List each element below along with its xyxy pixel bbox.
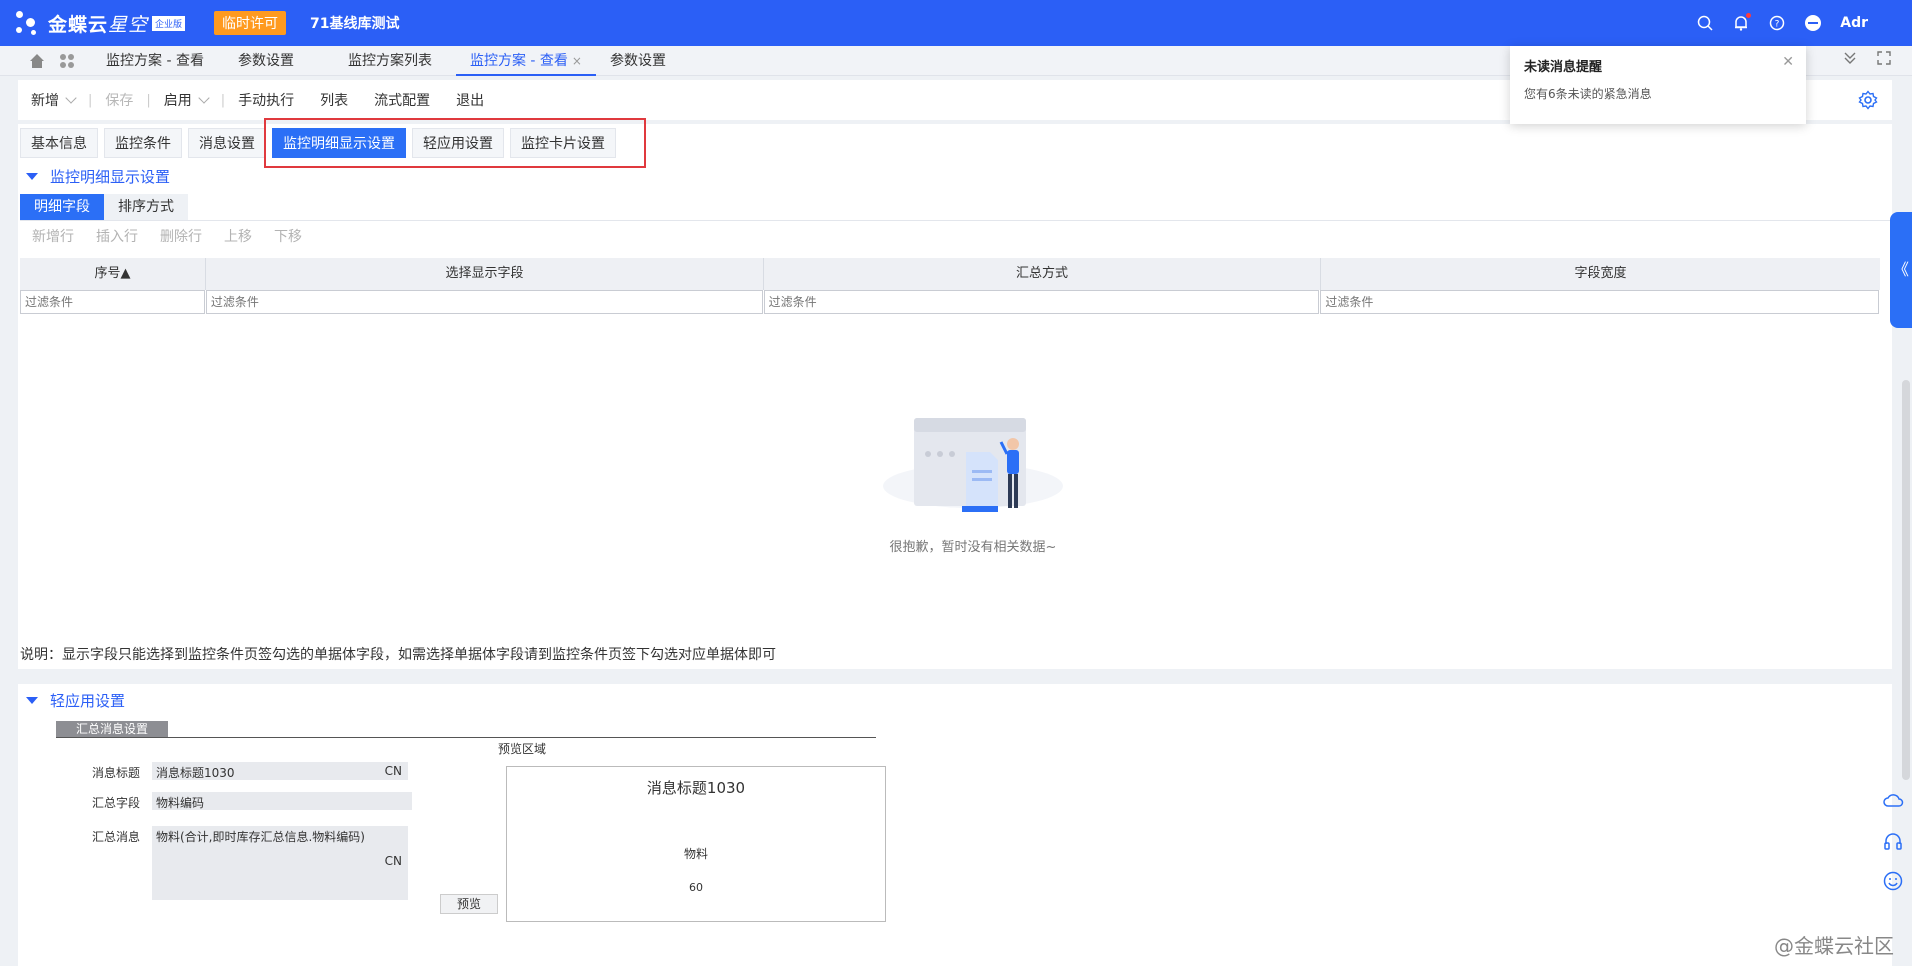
- preview-value: 60: [689, 881, 703, 894]
- move-down-button[interactable]: 下移: [274, 226, 302, 246]
- column-summary-method[interactable]: 汇总方式: [764, 258, 1321, 290]
- column-seq[interactable]: 序号▲: [20, 258, 206, 290]
- sum-field-input[interactable]: 物料编码: [152, 792, 412, 810]
- help-icon[interactable]: ?: [1768, 14, 1786, 32]
- delete-row-button[interactable]: 删除行: [160, 226, 202, 246]
- top-bar: 金蝶云星空 企业版 临时许可 71基线库测试 ? Adr: [0, 0, 1912, 46]
- smiley-icon[interactable]: [1882, 870, 1904, 892]
- empty-text: 很抱歉，暂时没有相关数据~: [889, 540, 1057, 555]
- gear-icon[interactable]: [1858, 90, 1878, 110]
- svg-text:?: ?: [1775, 20, 1780, 30]
- empty-state: 很抱歉，暂时没有相关数据~: [858, 414, 1088, 555]
- avatar-icon[interactable]: [1804, 14, 1822, 32]
- headset-icon[interactable]: [1882, 830, 1904, 852]
- tab-monitor-conditions[interactable]: 监控条件: [104, 128, 182, 158]
- side-tools: [1882, 790, 1904, 892]
- move-up-button[interactable]: 上移: [224, 226, 252, 246]
- new-button[interactable]: 新增: [18, 90, 88, 110]
- empty-illustration-icon: [883, 418, 1063, 512]
- filter-input-field-width[interactable]: [1320, 290, 1880, 314]
- filter-input-summary-method[interactable]: [763, 290, 1320, 314]
- close-icon[interactable]: ✕: [1782, 54, 1794, 70]
- side-panel-toggle[interactable]: 《: [1890, 212, 1912, 328]
- exit-button[interactable]: 退出: [443, 90, 497, 110]
- explanation-note: 说明：显示字段只能选择到监控条件页签勾选的单据体字段，如需选择单据体字段请到监控…: [20, 647, 776, 663]
- grid-tabs: 明细字段 排序方式: [20, 194, 1890, 221]
- light-app-panel: 轻应用设置 汇总消息设置 预览区域 消息标题 消息标题1030 CN 汇总字段 物…: [18, 684, 1892, 966]
- section-light-app-header[interactable]: 轻应用设置: [26, 690, 125, 711]
- page-tab-scheme-view[interactable]: 监控方案 - 查看: [92, 46, 218, 76]
- tab-message-settings[interactable]: 消息设置: [188, 128, 266, 158]
- notification-title: 未读消息提醒: [1524, 60, 1603, 75]
- preview-title: 消息标题1030: [646, 779, 746, 797]
- add-row-button[interactable]: 新增行: [32, 226, 74, 246]
- page-tab-scheme-list[interactable]: 监控方案列表: [334, 46, 446, 76]
- tab-detail-fields[interactable]: 明细字段: [20, 194, 104, 220]
- community-watermark: @金蝶云社区: [1774, 934, 1894, 958]
- tab-sort-order[interactable]: 排序方式: [104, 194, 188, 220]
- search-icon[interactable]: [1696, 14, 1714, 32]
- fullscreen-icon[interactable]: [1876, 50, 1892, 66]
- chevron-down-icon: [198, 92, 210, 104]
- logo[interactable]: 金蝶云星空 企业版: [14, 8, 194, 38]
- tab-summary-message[interactable]: 汇总消息设置: [56, 721, 168, 737]
- edition-badge: 企业版: [152, 15, 186, 31]
- flow-config-button[interactable]: 流式配置: [361, 90, 443, 110]
- save-button[interactable]: 保存: [92, 90, 146, 110]
- chevron-down-icon: [65, 92, 77, 104]
- lang-cn-label[interactable]: CN: [385, 764, 402, 778]
- page-tab-params[interactable]: 参数设置: [224, 46, 308, 76]
- apps-grid-icon[interactable]: [58, 52, 76, 70]
- collapse-triangle-icon: [26, 697, 38, 704]
- license-badge[interactable]: 临时许可: [214, 11, 286, 35]
- cloud-icon[interactable]: [1882, 790, 1904, 812]
- section-detail-header[interactable]: 监控明细显示设置: [26, 166, 170, 187]
- table-header: 序号▲ 选择显示字段 汇总方式 字段宽度: [20, 258, 1880, 290]
- highlight-box: [264, 118, 646, 168]
- logo-text: 金蝶云星空: [48, 13, 149, 36]
- preview-box: 消息标题1030 物料 60: [506, 766, 886, 922]
- msg-title-field[interactable]: 消息标题1030 CN: [152, 762, 408, 780]
- enable-button[interactable]: 启用: [151, 90, 221, 110]
- page-tab-params-2[interactable]: 参数设置: [596, 46, 680, 76]
- page-scrollbar[interactable]: [1902, 380, 1910, 780]
- bell-icon[interactable]: [1732, 13, 1752, 32]
- divider: [56, 737, 876, 738]
- msg-title-label: 消息标题: [91, 766, 140, 780]
- collapse-triangle-icon: [26, 173, 38, 180]
- grid-toolbar: 新增行 插入行 删除行 上移 下移: [32, 226, 302, 246]
- filter-row: [20, 290, 1880, 316]
- list-button[interactable]: 列表: [307, 90, 361, 110]
- sum-field-label: 汇总字段: [91, 796, 140, 810]
- database-name: 71基线库测试: [310, 16, 400, 32]
- lang-cn-label[interactable]: CN: [385, 854, 402, 868]
- page-tab-scheme-view-active[interactable]: 监控方案 - 查看 ×: [455, 46, 596, 76]
- column-field-width[interactable]: 字段宽度: [1321, 258, 1880, 290]
- main-panel: 基本信息 监控条件 消息设置 监控明细显示设置 轻应用设置 监控卡片设置 监控明…: [18, 118, 1892, 669]
- sum-msg-textarea[interactable]: 物料(合计,即时库存汇总信息.物料编码) CN: [152, 826, 408, 900]
- filter-input-display-field[interactable]: [205, 290, 763, 314]
- double-chevron-down-icon[interactable]: [1842, 50, 1858, 66]
- insert-row-button[interactable]: 插入行: [96, 226, 138, 246]
- home-icon[interactable]: [28, 52, 46, 70]
- preview-button[interactable]: 预览: [440, 894, 498, 914]
- column-display-field[interactable]: 选择显示字段: [206, 258, 764, 290]
- notification-popup: 未读消息提醒 您有6条未读的紧急消息 ✕: [1510, 46, 1806, 124]
- tab-basic-info[interactable]: 基本信息: [20, 128, 98, 158]
- logo-icon: [14, 8, 44, 38]
- close-icon[interactable]: ×: [572, 54, 582, 68]
- preview-area-label: 预览区域: [498, 742, 547, 756]
- notification-body[interactable]: 您有6条未读的紧急消息: [1524, 85, 1792, 102]
- sum-msg-label: 汇总消息: [91, 830, 140, 844]
- filter-input-seq[interactable]: [20, 290, 205, 314]
- user-name[interactable]: Adr: [1840, 15, 1868, 31]
- preview-item: 物料: [683, 847, 708, 861]
- manual-run-button[interactable]: 手动执行: [225, 90, 307, 110]
